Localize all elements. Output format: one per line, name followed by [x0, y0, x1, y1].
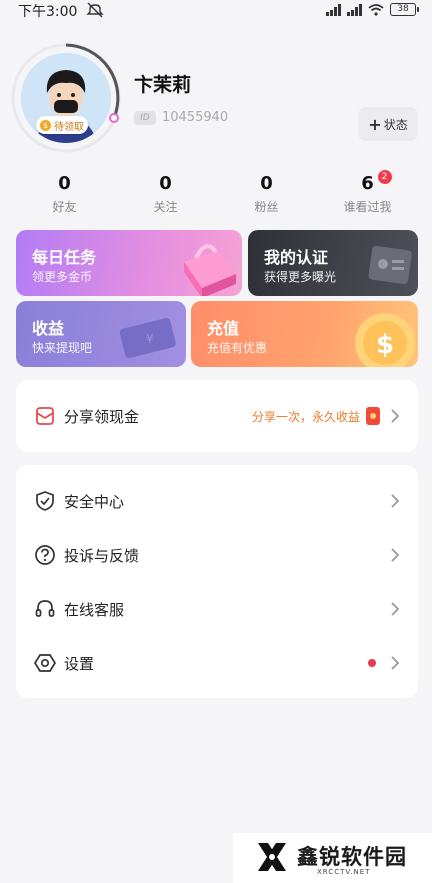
status-time: 下午3:00 [18, 4, 78, 20]
stat-value: 0 [58, 173, 71, 194]
headset-icon [35, 600, 55, 617]
stat-value: 0 [159, 173, 172, 194]
recharge-card[interactable]: $ 充值 充值有优惠 [191, 301, 418, 367]
menu-item-security-center[interactable]: 安全中心 [16, 474, 418, 528]
card-title: 收益 [32, 319, 65, 338]
menu-item-feedback[interactable]: 投诉与反馈 [16, 528, 418, 582]
stat-label: 粉丝 [254, 200, 279, 214]
status-indicators: 38 [326, 3, 419, 16]
menu-item-settings[interactable]: 设置 [16, 636, 418, 690]
coin-icon: $ [40, 119, 51, 131]
claim-badge[interactable]: $ 待领取 [36, 116, 88, 134]
my-certification-card[interactable]: 我的认证 获得更多曝光 [248, 230, 418, 296]
ticket-icon: ¥ [119, 318, 176, 359]
status-button[interactable]: + 状态 [358, 107, 418, 141]
mute-icon [86, 2, 104, 18]
menu-panel: 安全中心 投诉与反馈 在线客服 设置 [16, 465, 418, 698]
id-card-icon [368, 245, 412, 285]
stat-label: 谁看过我 [343, 200, 392, 214]
menu-item-online-service[interactable]: 在线客服 [16, 582, 418, 636]
red-packet-icon [366, 407, 380, 425]
menu-item-label: 安全中心 [64, 492, 125, 511]
shield-check-icon [36, 491, 54, 511]
signal-icon [347, 3, 362, 16]
battery-icon: 38 [390, 3, 419, 16]
stat-label: 好友 [52, 200, 77, 214]
stat-label: 关注 [153, 200, 178, 214]
question-circle-icon [35, 545, 55, 565]
watermark-logo-icon [258, 843, 286, 871]
claim-badge-label: 待领取 [54, 121, 84, 133]
share-label: 分享领现金 [64, 407, 140, 426]
card-subtitle: 快来提现吧 [32, 341, 93, 355]
status-button-label: 状态 [383, 117, 408, 132]
card-subtitle: 获得更多曝光 [264, 270, 337, 284]
visitor-count-badge: 2 [377, 170, 392, 184]
stats-row: 0 好友 0 关注 0 粉丝 6 2 谁看过我 [14, 170, 418, 220]
site-watermark: 鑫锐软件园 XRCCTV.NET [233, 833, 432, 883]
menu-item-label: 设置 [64, 654, 95, 673]
card-subtitle: 充值有优惠 [207, 341, 268, 355]
svg-text:¥: ¥ [146, 332, 154, 346]
stat-friends[interactable]: 0 好友 [14, 172, 115, 220]
user-id: ID 10455940 [134, 110, 228, 125]
card-title: 充值 [207, 319, 240, 338]
stat-value: 6 [361, 173, 374, 194]
card-title: 每日任务 [32, 248, 97, 267]
hexagon-gear-icon [34, 654, 56, 672]
chevron-right-icon [391, 656, 400, 670]
plus-icon: + [368, 114, 382, 134]
stat-visitors[interactable]: 6 2 谁看过我 [317, 170, 418, 220]
id-tag-icon: ID [134, 110, 156, 125]
user-id-value: 10455940 [162, 110, 229, 125]
wifi-icon [368, 3, 384, 16]
income-card[interactable]: ¥ 收益 快来提现吧 [16, 301, 186, 367]
gold-coin-icon: $ [355, 313, 415, 367]
stat-following[interactable]: 0 关注 [115, 172, 216, 220]
red-envelope-icon [36, 407, 54, 425]
chevron-right-icon [391, 602, 400, 616]
card-subtitle: 领更多金币 [32, 270, 93, 284]
chevron-right-icon [391, 494, 400, 508]
share-row[interactable]: 分享领现金 分享一次，永久收益 [16, 389, 418, 443]
daily-tasks-card[interactable]: 每日任务 领更多金币 [16, 230, 242, 296]
stat-fans[interactable]: 0 粉丝 [216, 172, 317, 220]
username: 卞茉莉 [134, 74, 192, 96]
menu-item-label: 投诉与反馈 [64, 546, 140, 565]
chevron-right-icon [391, 409, 400, 423]
signal-icon [326, 3, 341, 16]
svg-text:$: $ [376, 330, 394, 360]
gift-box-icon [184, 244, 236, 296]
share-hint: 分享一次，永久收益 [251, 409, 360, 424]
notification-dot [368, 659, 376, 667]
chevron-right-icon [391, 548, 400, 562]
menu-item-label: 在线客服 [64, 600, 125, 619]
watermark-site: XRCCTV.NET [317, 868, 371, 876]
status-bar: 下午3:00 38 [0, 0, 432, 22]
share-panel: 分享领现金 分享一次，永久收益 [16, 380, 418, 452]
watermark-brand: 鑫锐软件园 [297, 845, 407, 869]
card-title: 我的认证 [264, 248, 329, 267]
stat-value: 0 [260, 173, 273, 194]
